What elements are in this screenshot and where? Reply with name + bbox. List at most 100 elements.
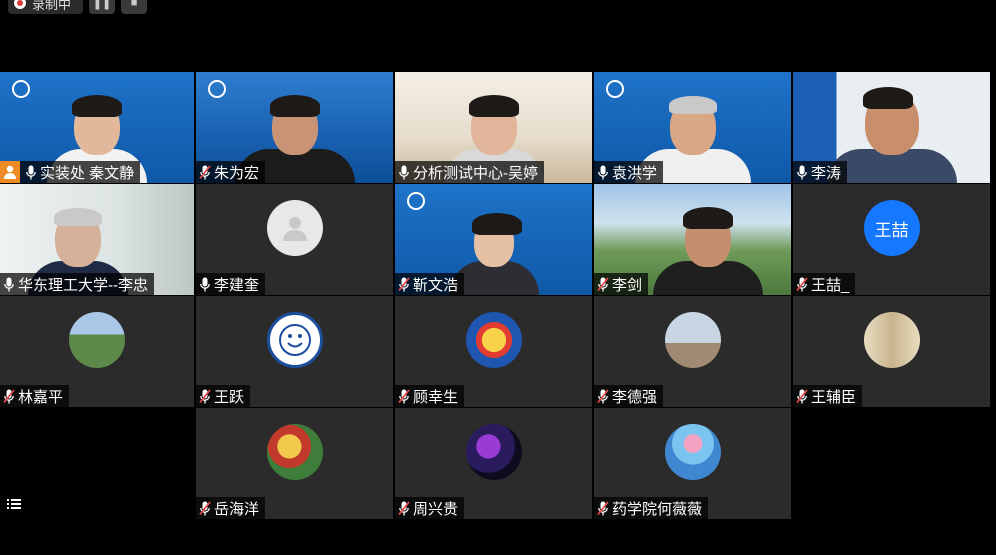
avatar: 王喆 xyxy=(863,200,920,256)
participant-tile[interactable]: 李剑 xyxy=(594,184,791,295)
pause-recording-button[interactable]: ❚❚ xyxy=(89,0,116,14)
participant-tile[interactable]: 王跃 xyxy=(196,296,393,407)
mic-icon xyxy=(198,275,212,293)
participant-name: 顾幸生 xyxy=(413,388,459,406)
recording-icon xyxy=(14,0,26,9)
participant-tile[interactable]: 顾幸生 xyxy=(395,296,592,407)
participant-name: 林嘉平 xyxy=(18,388,64,406)
smiley-logo-avatar-icon xyxy=(266,312,323,368)
pause-icon: ❚❚ xyxy=(92,0,112,10)
participant-name-label: 靳文浩 xyxy=(395,273,465,295)
participant-tile[interactable]: 周兴贵 xyxy=(395,408,592,519)
mic-muted-icon xyxy=(397,387,411,405)
participant-name: 袁洪学 xyxy=(612,164,658,182)
empty-slot xyxy=(0,408,194,519)
participant-name-label: 朱为宏 xyxy=(196,161,266,183)
participant-name-label: 王辅臣 xyxy=(793,385,863,407)
participant-tile[interactable]: 药学院何薇薇 xyxy=(594,408,791,519)
participant-name: 实装处 秦文静 xyxy=(40,164,135,182)
participant-name-label: 顾幸生 xyxy=(395,385,465,407)
participant-tile[interactable]: 李涛 xyxy=(793,72,990,183)
participant-name-label: 林嘉平 xyxy=(0,385,70,407)
participant-tile[interactable]: 李德强 xyxy=(594,296,791,407)
participant-name: 周兴贵 xyxy=(413,500,459,518)
participant-name: 王辅臣 xyxy=(811,388,857,406)
participant-name-label: 李建奎 xyxy=(196,273,266,295)
participant-name: 李德强 xyxy=(612,388,658,406)
participant-list-button[interactable] xyxy=(0,493,28,519)
mic-muted-icon xyxy=(596,387,610,405)
university-seal-icon xyxy=(208,80,226,98)
host-icon xyxy=(0,161,20,183)
mic-muted-icon xyxy=(198,499,212,517)
mic-icon xyxy=(397,163,411,181)
participant-name-label: 分析测试中心-吴婷 xyxy=(395,161,544,183)
participant-name: 靳文浩 xyxy=(413,276,459,294)
participant-name: 分析测试中心-吴婷 xyxy=(413,164,538,182)
stop-recording-button[interactable]: ■ xyxy=(121,0,148,14)
university-seal-icon xyxy=(606,80,624,98)
university-seal-icon xyxy=(12,80,30,98)
participant-tile[interactable]: 王辅臣 xyxy=(793,296,990,407)
empty-slot xyxy=(793,408,990,519)
beach-avatar-icon xyxy=(664,312,721,368)
participant-name: 李建奎 xyxy=(214,276,260,294)
participant-name: 朱为宏 xyxy=(214,164,260,182)
participant-video xyxy=(653,207,764,295)
participant-tile[interactable]: 实装处 秦文静 xyxy=(0,72,194,183)
participant-name-label: 李剑 xyxy=(594,273,649,295)
participant-name: 李剑 xyxy=(612,276,643,294)
participant-grid: 实装处 秦文静 朱为宏 分析测试中心-吴婷 袁洪学 李涛 华东理工大学--李忠 … xyxy=(0,72,992,520)
list-icon xyxy=(7,497,21,515)
mic-muted-icon xyxy=(596,275,610,293)
participant-name: 药学院何薇薇 xyxy=(612,500,703,518)
mic-icon xyxy=(596,163,610,181)
participant-tile[interactable]: 朱为宏 xyxy=(196,72,393,183)
emblem-avatar-icon xyxy=(465,312,522,368)
avatar-initials: 王喆 xyxy=(874,220,909,240)
mic-muted-icon xyxy=(397,275,411,293)
participant-name-label: 王喆_ xyxy=(793,273,856,295)
participant-name: 岳海洋 xyxy=(214,500,260,518)
default-avatar-icon xyxy=(266,200,323,256)
participant-name: 王跃 xyxy=(214,388,245,406)
participant-tile[interactable]: 林嘉平 xyxy=(0,296,194,407)
mic-muted-icon xyxy=(198,387,212,405)
balloons-avatar-icon xyxy=(664,424,721,480)
mic-icon xyxy=(795,163,809,181)
mic-muted-icon xyxy=(795,275,809,293)
great-wall-avatar-icon xyxy=(69,312,125,368)
participant-tile[interactable]: 分析测试中心-吴婷 xyxy=(395,72,592,183)
participant-name-label: 李涛 xyxy=(793,161,848,183)
participant-tile[interactable]: 王喆 王喆_ xyxy=(793,184,990,295)
university-seal-icon xyxy=(407,192,425,210)
participant-name-label: 华东理工大学--李忠 xyxy=(0,273,154,295)
mic-muted-icon xyxy=(2,387,16,405)
participant-tile[interactable]: 靳文浩 xyxy=(395,184,592,295)
participant-name-label: 李德强 xyxy=(594,385,664,407)
recording-status: 录制中 xyxy=(8,0,84,14)
participant-name-label: 药学院何薇薇 xyxy=(594,497,709,519)
flowers-avatar-icon xyxy=(266,424,323,480)
participant-name-label: 王跃 xyxy=(196,385,251,407)
mic-icon xyxy=(2,275,16,293)
mic-muted-icon xyxy=(198,163,212,181)
participant-name: 王喆_ xyxy=(811,276,850,294)
recording-label: 录制中 xyxy=(32,0,72,12)
mic-muted-icon xyxy=(795,387,809,405)
mic-muted-icon xyxy=(596,499,610,517)
mic-muted-icon xyxy=(397,499,411,517)
participant-name: 华东理工大学--李忠 xyxy=(18,276,148,294)
participant-tile[interactable]: 李建奎 xyxy=(196,184,393,295)
mic-icon xyxy=(24,163,38,181)
participant-tile[interactable]: 岳海洋 xyxy=(196,408,393,519)
participant-name-label: 周兴贵 xyxy=(395,497,465,519)
recording-toolbar: 录制中 ❚❚ ■ xyxy=(8,0,148,14)
participant-name: 李涛 xyxy=(811,164,842,182)
calligraphy-avatar-icon xyxy=(863,312,920,368)
participant-tile[interactable]: 袁洪学 xyxy=(594,72,791,183)
abstract-avatar-icon xyxy=(465,424,522,480)
participant-name-label: 岳海洋 xyxy=(196,497,266,519)
participant-tile[interactable]: 华东理工大学--李忠 xyxy=(0,184,194,295)
participant-name-label: 袁洪学 xyxy=(594,161,664,183)
